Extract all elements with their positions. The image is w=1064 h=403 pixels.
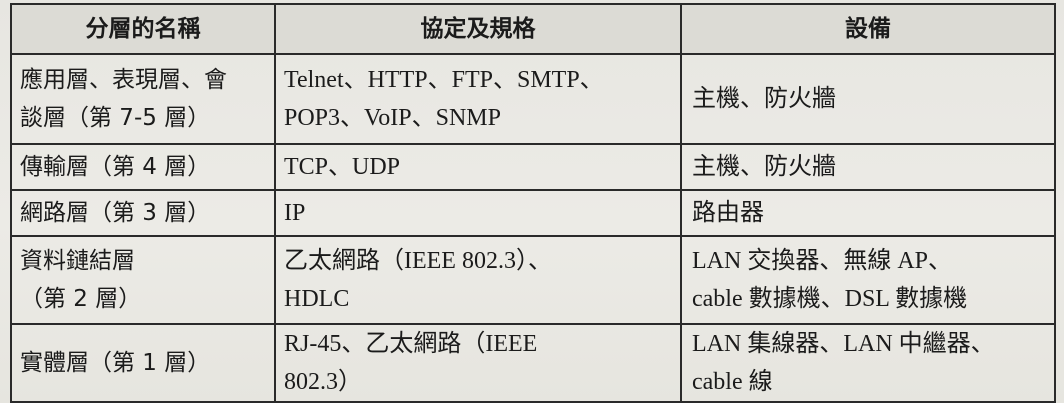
cell-devices: 主機、防火牆 bbox=[680, 53, 1056, 145]
osi-layer-table: 分層的名稱 協定及規格 設備 應用層、表現層、會 談層（第 7-5 層） Tel… bbox=[10, 3, 1056, 403]
cell-line: Telnet、HTTP、FTP、SMTP、 bbox=[284, 67, 604, 93]
cell-line: LAN 集線器、LAN 中繼器、 bbox=[692, 331, 995, 357]
cell-line: 802.3） bbox=[284, 369, 362, 395]
table-row: 網路層（第 3 層） IP 路由器 bbox=[10, 189, 1056, 237]
cell-line: 主機、防火牆 bbox=[692, 154, 836, 180]
cell-layer: 傳輸層（第 4 層） bbox=[10, 143, 276, 191]
cell-line: 談層（第 7-5 層） bbox=[20, 105, 211, 131]
cell-line: 網路層（第 3 層） bbox=[20, 200, 211, 226]
header-protocols: 協定及規格 bbox=[274, 3, 682, 55]
cell-line: 資料鏈結層 bbox=[20, 248, 135, 274]
cell-line: LAN 交換器、無線 AP、 bbox=[692, 248, 953, 274]
cell-line: HDLC bbox=[284, 286, 350, 312]
cell-line: 傳輸層（第 4 層） bbox=[20, 154, 211, 180]
table-row: 資料鏈結層 （第 2 層） 乙太網路（IEEE 802.3）、 HDLC LAN… bbox=[10, 235, 1056, 325]
cell-devices: 路由器 bbox=[680, 189, 1056, 237]
cell-protocols: 乙太網路（IEEE 802.3）、 HDLC bbox=[274, 235, 682, 325]
cell-layer: 網路層（第 3 層） bbox=[10, 189, 276, 237]
table-row: 傳輸層（第 4 層） TCP、UDP 主機、防火牆 bbox=[10, 143, 1056, 191]
cell-line: 路由器 bbox=[692, 200, 764, 226]
cell-line: cable 線 bbox=[692, 369, 773, 395]
cell-line: （第 2 層） bbox=[20, 286, 142, 312]
cell-protocols: IP bbox=[274, 189, 682, 237]
header-devices: 設備 bbox=[680, 3, 1056, 55]
cell-line: RJ-45、乙太網路（IEEE bbox=[284, 331, 538, 357]
cell-line: 主機、防火牆 bbox=[692, 86, 836, 112]
cell-line: 實體層（第 1 層） bbox=[20, 350, 211, 376]
cell-devices: LAN 集線器、LAN 中繼器、 cable 線 bbox=[680, 323, 1056, 403]
cell-line: cable 數據機、DSL 數據機 bbox=[692, 286, 968, 312]
header-layer-name: 分層的名稱 bbox=[10, 3, 276, 55]
cell-line: IP bbox=[284, 200, 306, 226]
cell-protocols: RJ-45、乙太網路（IEEE 802.3） bbox=[274, 323, 682, 403]
table-row: 實體層（第 1 層） RJ-45、乙太網路（IEEE 802.3） LAN 集線… bbox=[10, 323, 1056, 403]
cell-layer: 資料鏈結層 （第 2 層） bbox=[10, 235, 276, 325]
cell-line: POP3、VoIP、SNMP bbox=[284, 105, 501, 131]
page: 分層的名稱 協定及規格 設備 應用層、表現層、會 談層（第 7-5 層） Tel… bbox=[0, 0, 1064, 403]
cell-line: TCP、UDP bbox=[284, 154, 401, 180]
cell-devices: LAN 交換器、無線 AP、 cable 數據機、DSL 數據機 bbox=[680, 235, 1056, 325]
cell-devices: 主機、防火牆 bbox=[680, 143, 1056, 191]
cell-protocols: TCP、UDP bbox=[274, 143, 682, 191]
cell-layer: 實體層（第 1 層） bbox=[10, 323, 276, 403]
cell-line: 乙太網路（IEEE 802.3）、 bbox=[284, 248, 552, 274]
cell-layer: 應用層、表現層、會 談層（第 7-5 層） bbox=[10, 53, 276, 145]
cell-protocols: Telnet、HTTP、FTP、SMTP、 POP3、VoIP、SNMP bbox=[274, 53, 682, 145]
table-row: 應用層、表現層、會 談層（第 7-5 層） Telnet、HTTP、FTP、SM… bbox=[10, 53, 1056, 145]
table-header-row: 分層的名稱 協定及規格 設備 bbox=[10, 3, 1056, 55]
cell-line: 應用層、表現層、會 bbox=[20, 67, 227, 93]
